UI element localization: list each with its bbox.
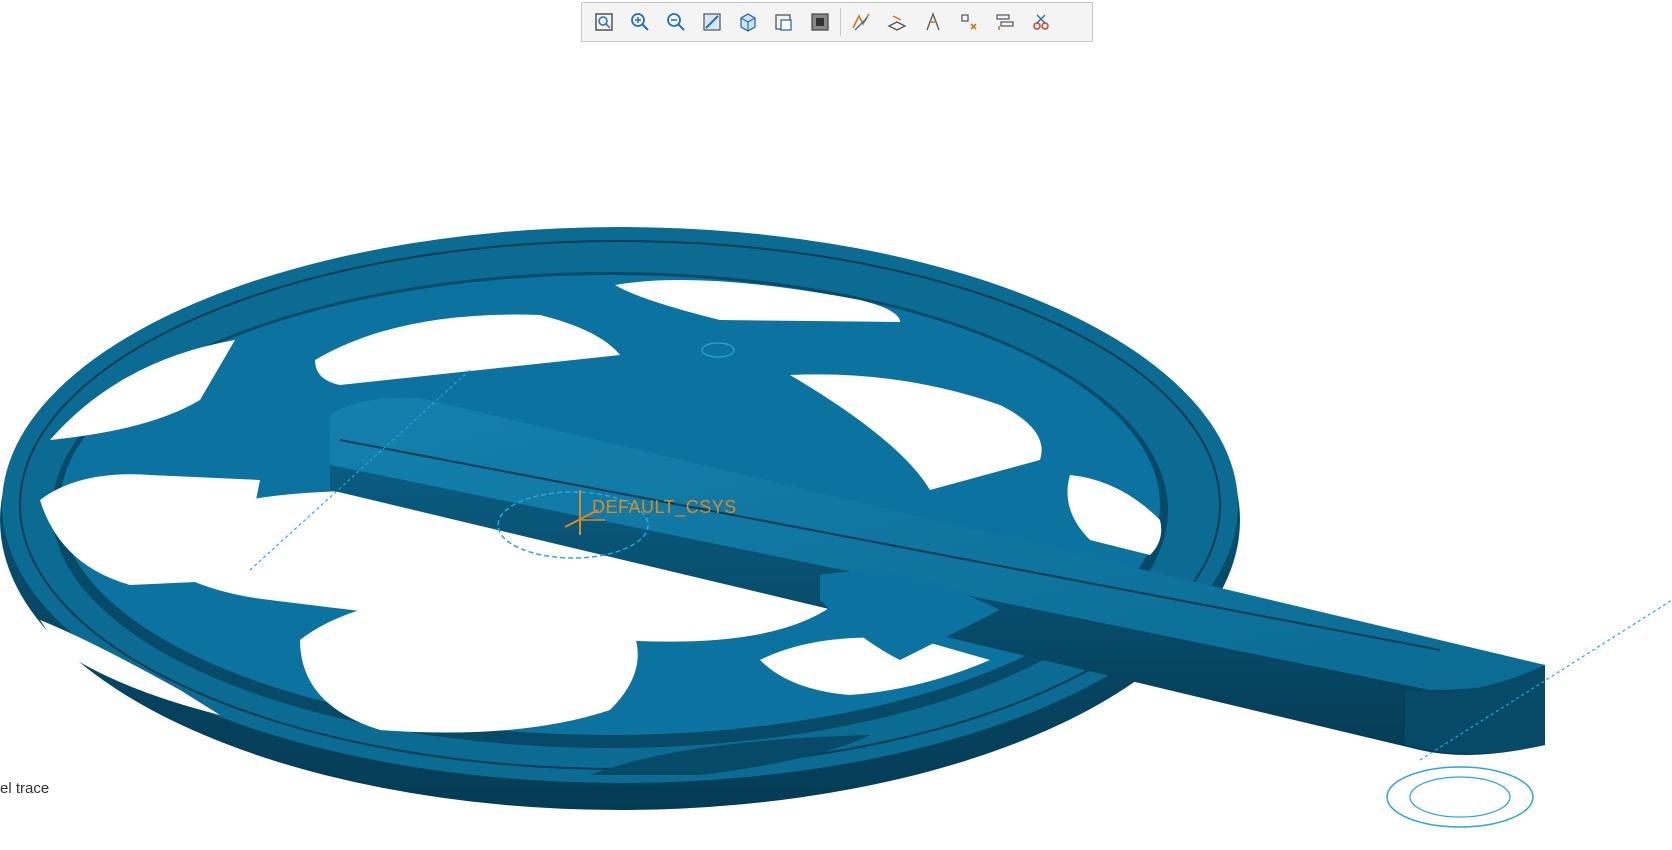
csys-display-button[interactable] [987,6,1023,38]
point-display-icon [961,14,977,30]
zoom-out-button[interactable] [658,6,694,38]
axis-display-icon [926,12,940,31]
graphics-toolbar [581,2,1093,42]
repaint-icon [703,13,721,31]
datum-circle [1409,776,1511,818]
zoom-in-icon [631,13,649,31]
plane-display-icon [887,15,907,31]
display-style-button[interactable] [802,6,838,38]
zoom-out-icon [667,13,685,31]
toolbar-separator [840,8,841,36]
view-manager-button[interactable] [766,6,802,38]
point-display-button[interactable] [951,6,987,38]
repaint-button[interactable] [694,6,730,38]
datum-circle [1386,766,1534,828]
annotation-display-icon [1033,14,1049,30]
zoom-fit-button[interactable] [586,6,622,38]
display-style-icon [811,13,829,31]
datum-display-icon [852,13,870,31]
zoom-in-button[interactable] [622,6,658,38]
chainring-model[interactable] [0,227,1545,810]
zoom-fit-icon [595,13,613,31]
plane-display-button[interactable] [879,6,915,38]
axis-display-button[interactable] [915,6,951,38]
datum-display-button[interactable] [843,6,879,38]
view-manager-icon [775,14,792,31]
annotation-display-button[interactable] [1023,6,1059,38]
csys-label: DEFAULT_CSYS [592,497,737,517]
saved-orientations-button[interactable] [730,6,766,38]
status-text: el trace [0,780,50,797]
csys-display-icon [996,14,1014,30]
graphics-viewport[interactable] [0,0,1672,850]
view-cube-icon [740,13,756,32]
